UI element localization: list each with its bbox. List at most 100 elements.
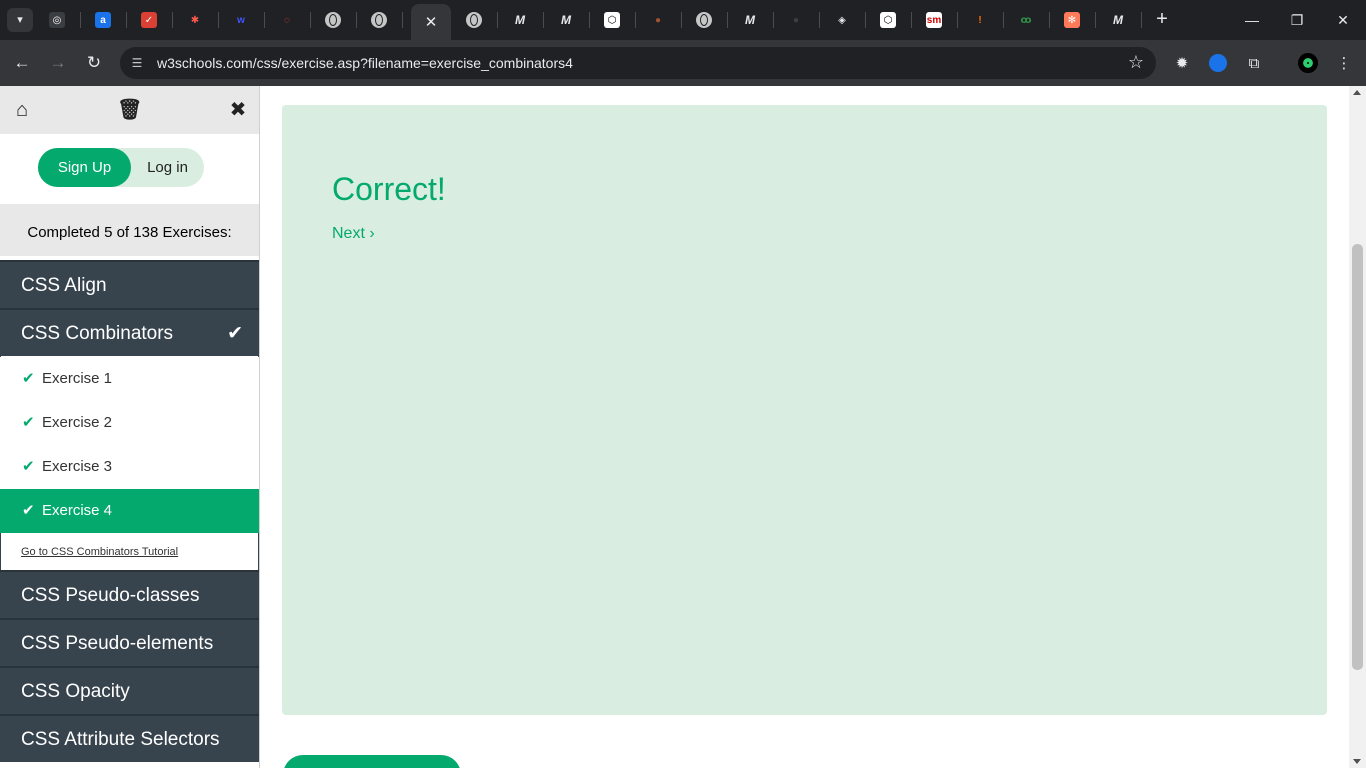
browser-tab[interactable]: ◌ (264, 6, 310, 34)
completed-count: Completed 5 of 138 Exercises: (0, 204, 259, 256)
scroll-down-icon[interactable] (1353, 759, 1361, 764)
medium-favicon-1-icon: M (515, 13, 525, 27)
menu-dots-icon[interactable]: ⋮ (1333, 52, 1355, 74)
next-link[interactable]: Next › (332, 225, 375, 243)
result-panel: Correct! Next › (282, 105, 1327, 715)
scroll-up-icon[interactable] (1353, 90, 1361, 95)
exercise-item-1[interactable]: ✔ Exercise 1 (0, 357, 259, 401)
gear-extension-icon[interactable]: ✹ (1171, 52, 1193, 74)
site-info-icon[interactable]: ☰ (128, 54, 146, 72)
hubspot-favicon-icon: ✻ (1064, 12, 1080, 28)
exercise-item-3[interactable]: ✔ Exercise 3 (0, 445, 259, 489)
browser-tab[interactable]: ✻ (1049, 6, 1095, 34)
globe-favicon-4-icon (696, 12, 712, 28)
close-window-button[interactable]: ✕ (1320, 8, 1366, 32)
puzzle-extensions-icon[interactable]: ⧉ (1243, 52, 1265, 74)
globe-favicon-2-icon (371, 12, 387, 28)
chevron-down-icon: ▾ (17, 14, 23, 26)
forward-button[interactable]: → (46, 51, 70, 75)
browser-tab[interactable] (451, 6, 497, 34)
checkmark-icon: ✔ (22, 370, 35, 387)
scroll-thumb[interactable] (1352, 244, 1363, 670)
browser-tab[interactable] (681, 6, 727, 34)
browser-tab[interactable]: M (497, 6, 543, 34)
browser-tab[interactable]: ✓ (126, 6, 172, 34)
browser-tab[interactable]: M (543, 6, 589, 34)
tab-search-button[interactable]: ▾ (7, 8, 33, 32)
section-css-combinators[interactable]: CSS Combinators ✔ (0, 308, 259, 356)
browser-tab[interactable]: ꝏ (1003, 6, 1049, 34)
browser-tab[interactable]: ⬡ (589, 6, 635, 34)
back-button[interactable]: ← (10, 51, 34, 75)
tab-separator (1141, 12, 1142, 28)
exercise-label: Exercise 3 (42, 458, 113, 475)
section-label: CSS Align (21, 275, 107, 296)
sign-up-button[interactable]: Sign Up (38, 148, 131, 187)
trash-icon[interactable]: 🗑 (117, 98, 142, 122)
bookmark-star-icon[interactable]: ☆ (1128, 52, 1144, 73)
page-viewport: ⌂ 🗑 ✖ Sign Up Log in Completed 5 of 138 … (0, 86, 1366, 768)
close-icon[interactable]: ✖ (226, 98, 250, 122)
arrow-right-icon: → (49, 53, 67, 72)
checkmark-icon: ✔ (227, 323, 243, 344)
section-css-align[interactable]: CSS Align (0, 260, 259, 308)
checkmark-icon: ✔ (22, 458, 35, 475)
active-tab[interactable]: ✕ (411, 4, 451, 40)
exercise-item-4[interactable]: ✔ Exercise 4 (0, 489, 259, 533)
browser-tab[interactable]: ◈ (819, 6, 865, 34)
browser-tab[interactable]: ● (773, 6, 819, 34)
exercise-label: Exercise 1 (42, 370, 113, 387)
page-scrollbar[interactable] (1349, 86, 1366, 768)
medium-favicon-4-icon: M (1113, 13, 1123, 27)
section-label: CSS Attribute Selectors (21, 729, 220, 750)
browser-tab[interactable]: ! (957, 6, 1003, 34)
codepen-favicon-2-icon: ⬡ (880, 12, 896, 28)
exercise-item-2[interactable]: ✔ Exercise 2 (0, 401, 259, 445)
result-title: Correct! (332, 171, 446, 207)
shazam-extension-icon[interactable] (1207, 52, 1229, 74)
auth-toggle: Sign Up Log in (38, 148, 204, 187)
browser-tab[interactable] (310, 6, 356, 34)
browser-tab[interactable]: M (727, 6, 773, 34)
url-text[interactable]: w3schools.com/css/exercise.asp?filename=… (157, 55, 573, 71)
close-tab-icon[interactable]: ✕ (425, 13, 438, 31)
sidebar-top-bar: ⌂ 🗑 ✖ (0, 86, 259, 134)
arrow-left-icon: ← (13, 53, 31, 72)
browser-toolbar: ← → ↻ ☰ w3schools.com/css/exercise.asp?f… (0, 40, 1366, 86)
exercise-label: Exercise 4 (42, 502, 113, 519)
browser-tab[interactable]: ⬡ (865, 6, 911, 34)
section-label: CSS Combinators (21, 323, 174, 344)
globe-favicon-3-icon (466, 12, 482, 28)
profile-avatar-icon[interactable] (1297, 52, 1319, 74)
reload-button[interactable]: ↻ (82, 51, 106, 75)
section-css-pseudo-classes[interactable]: CSS Pseudo-classes (0, 570, 259, 618)
browser-tab[interactable]: ✱ (172, 6, 218, 34)
tutorial-link[interactable]: Go to CSS Combinators Tutorial (21, 546, 178, 558)
new-tab-button[interactable]: + (1151, 8, 1173, 32)
amazon-favicon-icon: a (95, 12, 111, 28)
bottom-action-button[interactable] (283, 755, 461, 768)
restore-button[interactable]: ❐ (1274, 8, 1320, 32)
log-in-button[interactable]: Log in (131, 148, 204, 187)
sketch-favicon-icon: ◈ (838, 14, 846, 26)
address-bar[interactable]: ☰ w3schools.com/css/exercise.asp?filenam… (120, 47, 1156, 79)
browser-tab[interactable]: M (1095, 6, 1141, 34)
section-css-opacity[interactable]: CSS Opacity (0, 666, 259, 714)
browser-tab[interactable] (356, 6, 402, 34)
section-label: CSS Pseudo-classes (21, 585, 200, 606)
circle-favicon-icon: ◌ (284, 14, 290, 26)
browser-tab[interactable]: ◎ (34, 6, 80, 34)
browser-tab-strip: ▾ ◎ a ✓ ✱ w ◌ ✕ M M ⬡ ● M ● ◈ ⬡ sm! ꝏ ✻ M + — ❐ ✕ (0, 0, 1366, 40)
section-css-attribute-selectors[interactable]: CSS Attribute Selectors (0, 714, 259, 762)
asterisk-favicon-icon: ✱ (190, 14, 200, 26)
chatgpt-favicon-icon: ◎ (49, 12, 65, 28)
browser-tab[interactable]: sm (911, 6, 957, 34)
dark-circle-favicon-icon: ● (792, 14, 800, 26)
minimize-button[interactable]: — (1229, 8, 1275, 32)
browser-tab[interactable]: a (80, 6, 126, 34)
browser-tab[interactable]: w (218, 6, 264, 34)
section-css-pseudo-elements[interactable]: CSS Pseudo-elements (0, 618, 259, 666)
geeks-favicon-icon: ꝏ (1020, 14, 1032, 26)
home-icon[interactable]: ⌂ (10, 98, 34, 122)
browser-tab[interactable]: ● (635, 6, 681, 34)
